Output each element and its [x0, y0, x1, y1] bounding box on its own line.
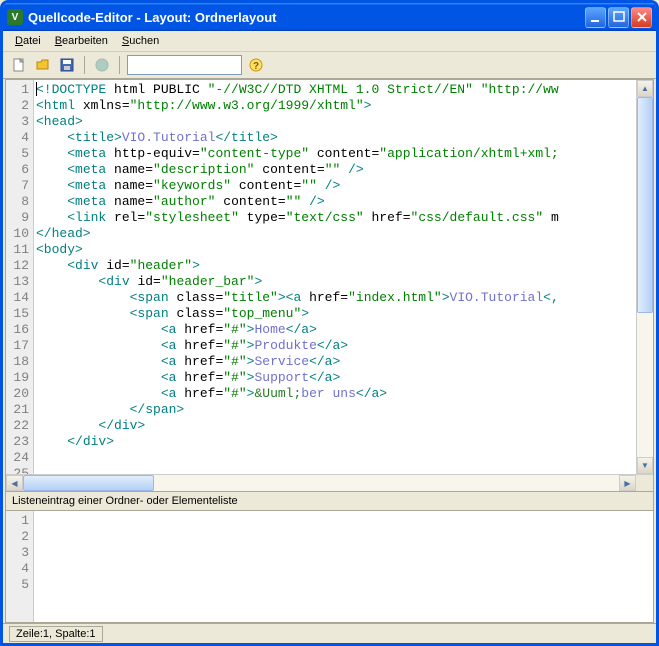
lower-editor: 12345 — [5, 511, 654, 623]
splitter-label: Listeneintrag einer Ordner- oder Element… — [5, 492, 654, 511]
globe-button[interactable] — [92, 55, 112, 75]
menu-edit[interactable]: Bearbeiten — [49, 33, 114, 49]
scroll-track[interactable] — [637, 97, 653, 457]
menubar: Datei Bearbeiten Suchen — [3, 31, 656, 52]
search-input[interactable] — [127, 55, 242, 75]
scroll-thumb[interactable] — [637, 97, 653, 313]
code-area[interactable]: <!DOCTYPE html PUBLIC "-//W3C//DTD XHTML… — [34, 80, 636, 474]
app-window: V Quellcode-Editor - Layout: Ordnerlayou… — [0, 0, 659, 646]
vertical-scrollbar[interactable]: ▲ ▼ — [636, 80, 653, 474]
lower-code-area[interactable] — [34, 511, 653, 622]
help-button[interactable]: ? — [246, 55, 266, 75]
menu-file[interactable]: Datei — [9, 33, 47, 49]
new-file-button[interactable] — [9, 55, 29, 75]
scroll-corner — [636, 475, 653, 491]
scroll-track[interactable] — [23, 475, 619, 491]
titlebar[interactable]: V Quellcode-Editor - Layout: Ordnerlayou… — [3, 3, 656, 31]
maximize-button[interactable] — [608, 7, 629, 28]
horizontal-scrollbar[interactable]: ◀ ▶ — [6, 474, 653, 491]
cursor-position: Zeile:1, Spalte:1 — [9, 626, 103, 642]
scroll-left-icon[interactable]: ◀ — [6, 475, 23, 491]
toolbar: ? — [3, 52, 656, 79]
lower-line-gutter: 12345 — [6, 511, 34, 622]
app-icon: V — [7, 9, 23, 25]
line-gutter: 1234567891011121314151617181920212223242… — [6, 80, 34, 474]
scroll-thumb[interactable] — [23, 475, 154, 491]
open-file-button[interactable] — [33, 55, 53, 75]
menu-search[interactable]: Suchen — [116, 33, 165, 49]
minimize-button[interactable] — [585, 7, 606, 28]
content-area: 1234567891011121314151617181920212223242… — [3, 79, 656, 623]
scroll-right-icon[interactable]: ▶ — [619, 475, 636, 491]
close-button[interactable] — [631, 7, 652, 28]
toolbar-separator — [84, 56, 85, 74]
toolbar-separator — [119, 56, 120, 74]
scroll-down-icon[interactable]: ▼ — [637, 457, 653, 474]
svg-text:?: ? — [253, 61, 259, 72]
main-editor: 1234567891011121314151617181920212223242… — [5, 79, 654, 492]
save-button[interactable] — [57, 55, 77, 75]
statusbar: Zeile:1, Spalte:1 — [3, 623, 656, 643]
window-title: Quellcode-Editor - Layout: Ordnerlayout — [28, 10, 585, 25]
scroll-up-icon[interactable]: ▲ — [637, 80, 653, 97]
